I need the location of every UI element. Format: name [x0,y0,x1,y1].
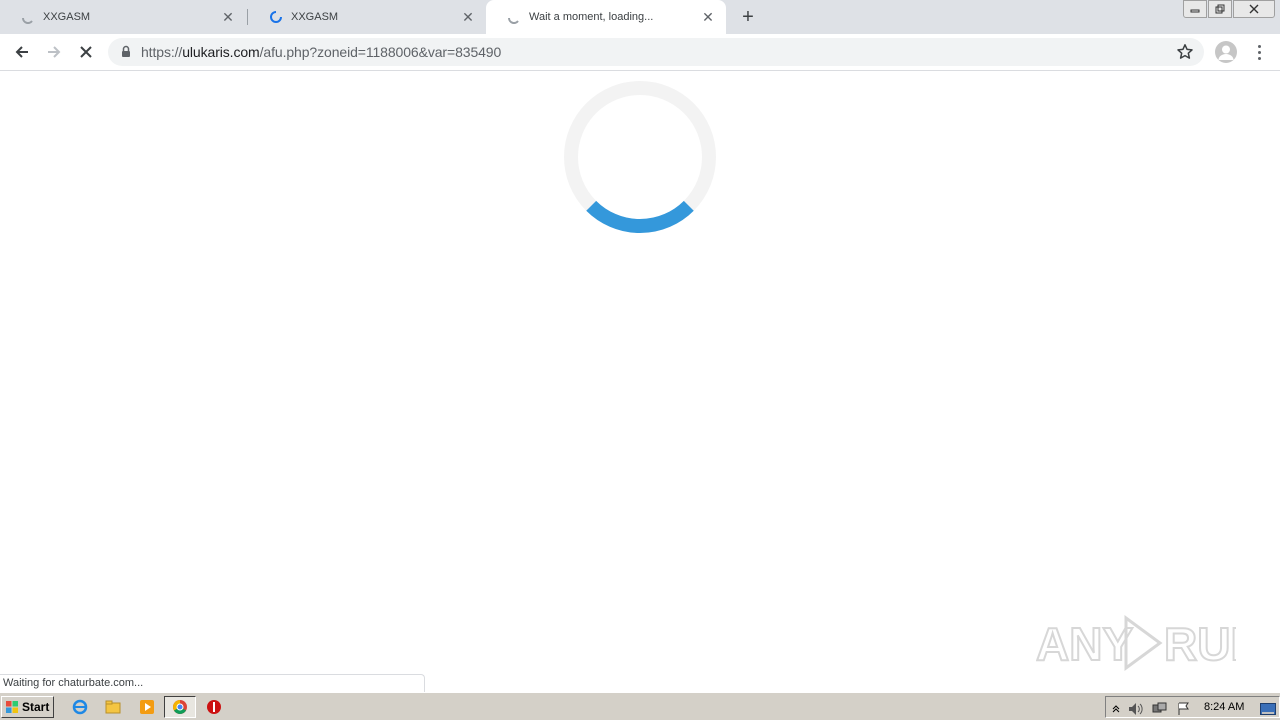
tab-xxgasm-2[interactable]: XXGASM ✕ [248,0,486,34]
new-tab-button[interactable]: + [738,7,758,27]
taskbar: Start 8:24 AM [0,692,1280,720]
svg-text:RUN: RUN [1164,618,1236,670]
profile-avatar-icon[interactable] [1215,41,1237,63]
stop-sign-icon[interactable] [205,698,223,716]
minimize-icon [1190,9,1200,13]
stop-loading-button[interactable] [74,40,98,64]
windows-logo-icon [6,701,18,713]
action-center-flag-icon[interactable] [1176,701,1192,717]
svg-text:ANY: ANY [1036,618,1133,670]
status-bubble: Waiting for chaturbate.com... [0,674,425,692]
show-desktop-icon[interactable] [1260,701,1276,717]
tab-close-icon[interactable]: ✕ [220,9,236,25]
loading-spinner-icon [508,17,519,24]
back-button[interactable] [10,40,34,64]
loading-spinner-icon [22,17,33,24]
loading-spinner [564,81,716,234]
chrome-icon[interactable] [171,698,189,716]
start-label: Start [22,700,50,714]
tab-title: Wait a moment, loading... [529,11,654,23]
page-content: ANY RUN [0,72,1280,692]
network-icon[interactable] [1152,701,1168,717]
address-bar[interactable]: https://ulukaris.com/afu.php?zoneid=1188… [108,38,1204,66]
url-host: ulukaris.com [182,44,260,60]
restore-icon [1215,4,1225,14]
back-arrow-icon [15,46,28,58]
url-scheme: https:// [141,44,183,60]
forward-button[interactable] [42,40,66,64]
show-hidden-icons-icon[interactable] [1108,701,1124,717]
tab-xxgasm-1[interactable]: XXGASM ✕ [0,0,246,34]
tab-title: XXGASM [43,11,91,23]
tab-close-icon[interactable]: ✕ [460,9,476,25]
anyrun-watermark-logo: ANY RUN [1036,615,1236,671]
close-window-button[interactable] [1233,0,1275,18]
close-icon [1249,4,1259,14]
loading-spinner-icon [270,11,282,23]
browser-menu-button[interactable] [1250,41,1268,63]
close-icon [80,46,92,58]
tab-wait-loading[interactable]: Wait a moment, loading... ✕ [486,0,726,34]
system-clock[interactable]: 8:24 AM [1204,701,1244,713]
browser-toolbar: https://ulukaris.com/afu.php?zoneid=1188… [0,34,1280,71]
start-button[interactable]: Start [1,696,54,718]
internet-explorer-icon[interactable] [71,698,89,716]
forward-arrow-icon [48,46,61,58]
url-text[interactable]: https://ulukaris.com/afu.php?zoneid=1188… [141,44,501,60]
media-player-icon[interactable] [138,698,156,716]
tab-close-icon[interactable]: ✕ [700,9,716,25]
minimize-button[interactable] [1183,0,1207,18]
url-path: /afu.php?zoneid=1188006&var=835490 [259,44,502,60]
volume-icon[interactable] [1128,701,1144,717]
restore-button[interactable] [1208,0,1232,18]
bookmark-star-icon[interactable] [1176,43,1194,61]
tab-title: XXGASM [291,11,339,23]
lock-icon [122,45,130,57]
tab-strip: XXGASM ✕ XXGASM ✕ Wait a moment, loading… [0,0,1280,34]
file-explorer-icon[interactable] [104,698,122,716]
